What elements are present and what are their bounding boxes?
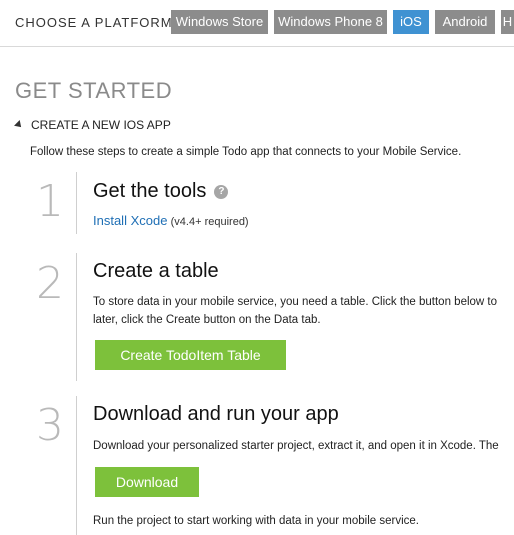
step-2-line-1: To store data in your mobile service, yo…: [93, 296, 498, 308]
step-3-line-2: Run the project to start working with da…: [93, 515, 419, 527]
install-xcode-link[interactable]: Install Xcode: [93, 213, 167, 228]
step-2-line-2: later, click the Create button on the Da…: [93, 314, 321, 326]
platform-label: CHOOSE A PLATFORM: [15, 15, 173, 30]
step-2-number: 2: [36, 258, 64, 309]
page-title: GET STARTED: [15, 78, 173, 103]
step-1-divider: [76, 172, 77, 234]
step-1-body: Install Xcode (v4.4+ required): [93, 212, 249, 231]
platform-tab-android[interactable]: Android: [435, 10, 495, 34]
step-3-line-1: Download your personalized starter proje…: [93, 440, 499, 452]
triangle-down-icon: [14, 120, 24, 130]
section-title: CREATE A NEW IOS APP: [31, 118, 171, 132]
step-1-title-text: Get the tools: [93, 180, 207, 202]
platform-tab-ios[interactable]: iOS: [393, 10, 429, 34]
platform-bar: CHOOSE A PLATFORM Windows Store Windows …: [0, 0, 514, 47]
create-todoitem-table-button[interactable]: Create TodoItem Table: [95, 340, 286, 370]
platform-tab-windows-phone-8[interactable]: Windows Phone 8: [274, 10, 387, 34]
step-2-divider: [76, 253, 77, 381]
step-1-number: 1: [36, 176, 64, 227]
question-circle-icon[interactable]: ?: [214, 185, 229, 199]
step-3-title: Download and run your app: [93, 403, 339, 425]
section-toggle[interactable]: CREATE A NEW IOS APP: [14, 118, 171, 132]
download-button[interactable]: Download: [95, 467, 199, 497]
step-2-title: Create a table: [93, 260, 219, 282]
step-3-divider: [76, 396, 77, 535]
xcode-version-note: (v4.4+ required): [170, 216, 249, 228]
platform-tab-windows-store[interactable]: Windows Store: [171, 10, 268, 34]
step-3-number: 3: [36, 400, 64, 451]
step-1-title: Get the tools?: [93, 180, 229, 203]
platform-tab-next[interactable]: H: [501, 10, 514, 34]
intro-text: Follow these steps to create a simple To…: [30, 146, 462, 158]
